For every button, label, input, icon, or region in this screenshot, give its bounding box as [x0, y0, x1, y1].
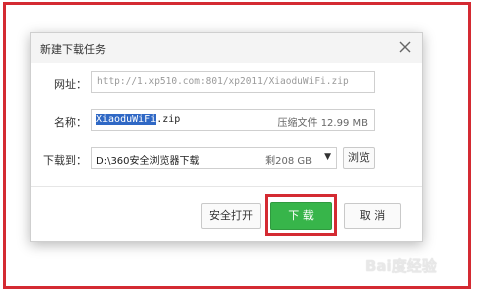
url-label: 网址： [54, 78, 87, 91]
download-highlight-box [265, 194, 337, 236]
dialog-header: 新建下载任务 [31, 33, 422, 63]
new-download-dialog: 新建下载任务 网址： http://1.xp510.com:801/xp2011… [30, 32, 423, 242]
name-label: 名称： [54, 116, 87, 129]
filename-selection: XiaoduWiFi [96, 114, 157, 125]
cancel-button[interactable]: 取 消 [344, 203, 401, 229]
download-path-field[interactable]: D:\360安全浏览器下载 剩208 GB ▼ [91, 147, 337, 169]
path-label: 下载到： [43, 154, 87, 167]
file-info: 压缩文件 12.99 MB [277, 118, 368, 129]
free-space: 剩208 GB [265, 156, 312, 167]
url-field[interactable]: http://1.xp510.com:801/xp2011/XiaoduWiFi… [91, 71, 375, 93]
chevron-down-icon[interactable]: ▼ [324, 152, 331, 162]
download-path-text: D:\360安全浏览器下载 [96, 156, 200, 167]
close-icon[interactable] [396, 38, 414, 56]
filename-text: XiaoduWiFi.zip [96, 113, 180, 127]
dialog-title: 新建下载任务 [40, 43, 106, 56]
filename-input[interactable]: XiaoduWiFi.zip 压缩文件 12.99 MB [91, 109, 375, 131]
divider [31, 186, 422, 187]
browse-button[interactable]: 浏览 [343, 147, 375, 169]
filename-extension: .zip [156, 114, 181, 125]
watermark: Bai度经验 [365, 257, 437, 275]
safe-open-button[interactable]: 安全打开 [201, 203, 261, 229]
